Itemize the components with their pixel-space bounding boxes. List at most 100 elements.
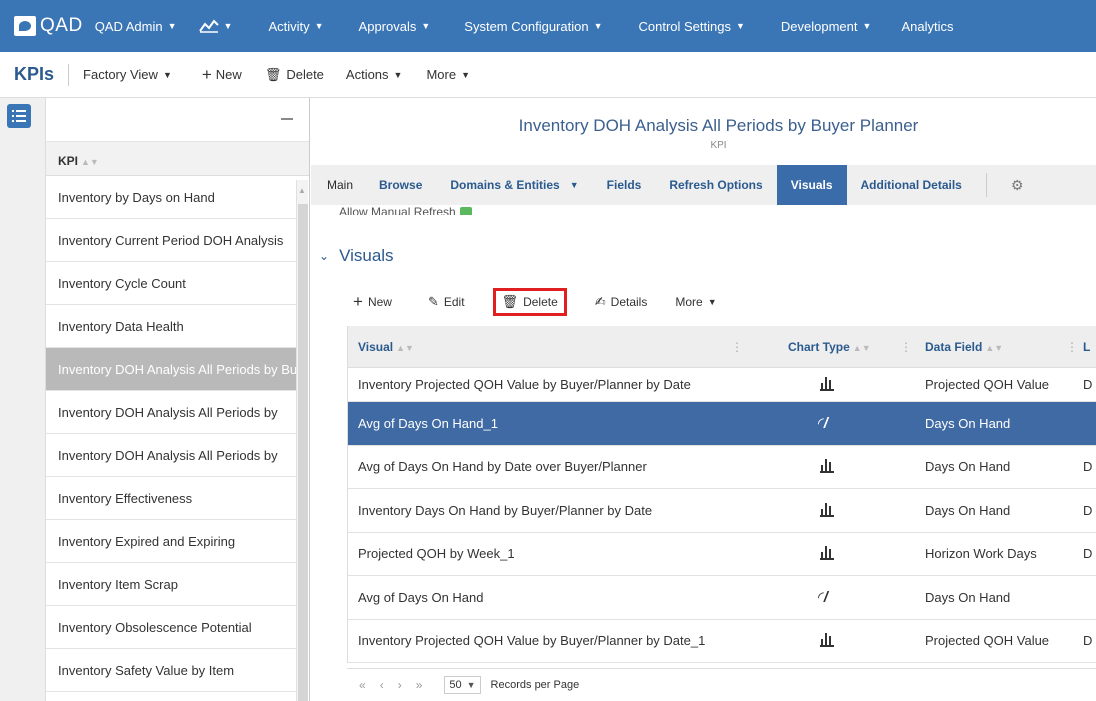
visual-details-button[interactable]: ✍ Details: [587, 290, 656, 314]
visual-delete-button[interactable]: 🗑 Delete: [492, 288, 567, 316]
bar-chart-icon: [820, 633, 834, 648]
first-page-icon[interactable]: «: [359, 678, 366, 692]
list-item[interactable]: Inventory Item Scrap: [46, 563, 298, 606]
menu-activity[interactable]: Activity ▼: [268, 19, 323, 34]
column-grip-icon[interactable]: ⋮: [900, 340, 912, 354]
records-per-page-label: Records per Page: [490, 679, 580, 691]
last-page-icon[interactable]: »: [416, 678, 423, 692]
divider: [68, 63, 70, 86]
tab-browse[interactable]: Browse: [365, 165, 436, 205]
visuals-section-header[interactable]: ⌄ Visuals: [319, 246, 394, 266]
minimize-icon[interactable]: [281, 118, 293, 120]
list-item[interactable]: Inventory Safety Value by Item: [46, 649, 298, 692]
visual-column-header[interactable]: Visual ▲▼: [358, 340, 414, 354]
new-label: New: [215, 67, 242, 82]
list-scrollbar[interactable]: ▲: [296, 180, 308, 701]
visual-cell: Inventory Projected QOH Value by Buyer/P…: [358, 633, 706, 649]
data-field-cell: Days On Hand: [925, 589, 1011, 605]
prev-page-icon[interactable]: ‹: [380, 678, 384, 692]
menu-qad-admin[interactable]: QAD Admin ▼: [95, 19, 177, 34]
visual-edit-button[interactable]: ✎ Edit: [420, 290, 473, 314]
visual-cell: Avg of Days On Hand by Date over Buyer/P…: [358, 459, 647, 475]
table-row-selected[interactable]: Avg of Days On Hand_1 ◜/ Days On Hand: [348, 402, 1096, 446]
list-icon: [12, 110, 26, 122]
actions-menu[interactable]: Actions ▼: [346, 67, 403, 82]
list-item-selected[interactable]: Inventory DOH Analysis All Periods by Bu…: [46, 348, 298, 391]
next-page-icon[interactable]: ›: [398, 678, 402, 692]
menu-control-settings[interactable]: Control Settings ▼: [638, 19, 744, 34]
list-item[interactable]: Inventory DOH Analysis All Periods by: [46, 434, 298, 477]
chart-type-column-header[interactable]: Chart Type ▲▼: [788, 340, 871, 354]
list-item[interactable]: Inventory Current Period DOH Analysis: [46, 219, 298, 262]
visual-more-menu[interactable]: More ▼: [667, 291, 724, 313]
gauge-icon: ◜/: [818, 589, 828, 607]
table-row[interactable]: Avg of Days On Hand ◜/ Days On Hand: [348, 576, 1096, 620]
page-title: KPIs: [14, 64, 55, 84]
list-item[interactable]: Inventory Effectiveness: [46, 477, 298, 520]
trash-icon: 🗑: [501, 294, 519, 309]
list-item[interactable]: Inventory DOH Analysis All Periods by: [46, 391, 298, 434]
kpi-column-header[interactable]: KPI ▲▼: [46, 142, 309, 176]
list-item[interactable]: Inventory Obsolescence Potential: [46, 606, 298, 649]
data-field-column-header[interactable]: Data Field ▲▼: [925, 340, 1003, 354]
visuals-grid: Visual ▲▼ ⋮ Chart Type ▲▼ ⋮ Data Field ▲▼ ⋮…: [347, 326, 1096, 663]
table-row[interactable]: Projected QOH by Week_1 Horizon Work Day…: [348, 533, 1096, 576]
gear-icon[interactable]: ⚙: [997, 165, 1038, 205]
scroll-up-icon[interactable]: ▲: [298, 186, 306, 195]
allow-manual-refresh-field: Allow Manual Refresh: [339, 207, 472, 215]
divider: [985, 173, 987, 197]
column-label: Data Field: [925, 339, 983, 354]
tab-refresh-options[interactable]: Refresh Options: [655, 165, 776, 205]
page-size-select[interactable]: 50 ▼: [444, 676, 481, 694]
tab-additional-details[interactable]: Additional Details: [847, 165, 976, 205]
record-type: KPI: [710, 140, 727, 151]
menu-system-configuration[interactable]: System Configuration ▼: [464, 19, 602, 34]
bar-chart-icon: [820, 377, 834, 392]
page-size-value: 50: [449, 679, 462, 691]
table-row[interactable]: Inventory Projected QOH Value by Buyer/P…: [348, 368, 1096, 402]
list-item[interactable]: Inventory Expired and Expiring: [46, 520, 298, 563]
column-grip-icon[interactable]: ⋮: [1066, 340, 1078, 354]
menu-label: System Configuration: [464, 18, 589, 34]
list-item[interactable]: Inventory Cycle Count: [46, 262, 298, 305]
section-title: Visuals: [339, 246, 394, 265]
table-row[interactable]: Inventory Days On Hand by Buyer/Planner …: [348, 489, 1096, 533]
list-item[interactable]: Inventory by Days on Hand: [46, 176, 298, 219]
tab-label: Visuals: [790, 178, 833, 192]
analytics-chart-menu[interactable]: ▼: [198, 19, 232, 33]
list-pane-header: [46, 98, 309, 142]
button-label: More: [675, 295, 703, 309]
tab-domains-entities[interactable]: Domains & Entities ▼: [436, 165, 592, 205]
visual-new-button[interactable]: + New: [345, 288, 400, 316]
more-menu[interactable]: More ▼: [426, 67, 470, 82]
scroll-thumb[interactable]: [298, 204, 308, 701]
visual-cell: Projected QOH by Week_1: [358, 546, 515, 562]
table-row[interactable]: Avg of Days On Hand by Date over Buyer/P…: [348, 446, 1096, 489]
next-column-header[interactable]: L: [1083, 340, 1090, 354]
menu-analytics[interactable]: Analytics: [901, 19, 953, 34]
menu-approvals[interactable]: Approvals ▼: [359, 19, 431, 34]
chevron-down-icon: ▼: [735, 21, 745, 31]
checkbox-checked-icon: [459, 207, 472, 215]
chevron-down-icon: ▼: [461, 69, 471, 80]
menu-development[interactable]: Development ▼: [781, 19, 872, 34]
next-column-cell: D: [1083, 377, 1093, 392]
line-chart-icon: [198, 19, 219, 33]
tab-visuals[interactable]: Visuals: [776, 165, 847, 205]
tab-fields[interactable]: Fields: [593, 165, 656, 205]
tab-label: Fields: [606, 178, 642, 192]
column-grip-icon[interactable]: ⋮: [731, 340, 743, 354]
delete-button[interactable]: 🗑 Delete: [265, 67, 324, 83]
visual-cell: Inventory Projected QOH Value by Buyer/P…: [358, 377, 691, 392]
view-label: Factory View: [83, 67, 158, 82]
new-button[interactable]: + New: [202, 65, 242, 85]
list-item[interactable]: Inventory Data Health: [46, 305, 298, 348]
view-selector[interactable]: Factory View ▼: [83, 67, 172, 82]
kpi-list-pane: KPI ▲▼ Inventory by Days on Hand Inventor…: [46, 98, 310, 701]
menu-label: Analytics: [901, 18, 954, 34]
qad-logo[interactable]: QAD: [14, 15, 83, 37]
column-label: Chart Type: [788, 339, 850, 354]
list-toggle-button[interactable]: [7, 104, 31, 128]
tab-main[interactable]: Main: [311, 165, 365, 205]
table-row[interactable]: Inventory Projected QOH Value by Buyer/P…: [348, 620, 1096, 663]
